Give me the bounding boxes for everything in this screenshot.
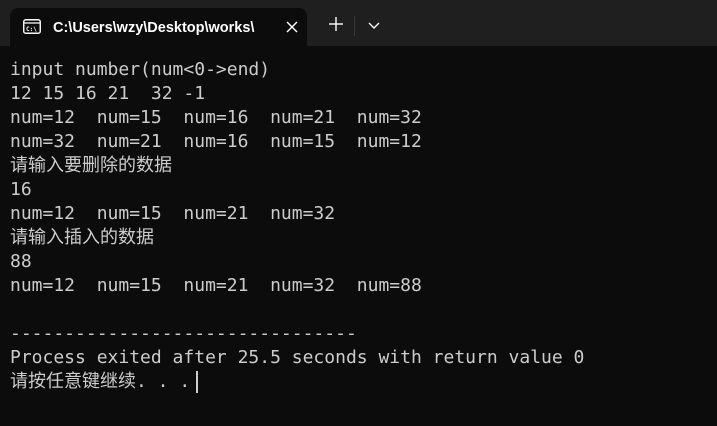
terminal-window: C:\ C:\Users\wzy\Desktop\works\ input nu… [0, 0, 717, 426]
console-line: num=12 num=15 num=21 num=32 [10, 203, 336, 224]
console-line: 请按任意键继续. . . [10, 371, 191, 392]
titlebar-divider [354, 16, 355, 36]
scrollbar[interactable] [709, 46, 717, 426]
chevron-down-icon [368, 17, 380, 35]
title-bar: C:\ C:\Users\wzy\Desktop\works\ [0, 0, 717, 46]
new-tab-button[interactable] [322, 12, 350, 40]
console-line: 请输入插入的数据 [10, 227, 154, 248]
console-output[interactable]: input number(num<0->end) 12 15 16 21 32 … [10, 58, 710, 418]
terminal-tab[interactable]: C:\ C:\Users\wzy\Desktop\works\ [10, 8, 307, 46]
console-prompt-line: 请按任意键继续. . . [10, 370, 710, 394]
console-line: 16 [10, 179, 32, 200]
close-icon[interactable] [283, 18, 301, 36]
terminal-icon: C:\ [23, 19, 41, 34]
plus-icon [329, 16, 343, 36]
tab-dropdown-button[interactable] [360, 12, 388, 40]
console-line: num=32 num=21 num=16 num=15 num=12 [10, 131, 422, 152]
console-line: -------------------------------- [10, 323, 357, 344]
tab-title: C:\Users\wzy\Desktop\works\ [53, 20, 255, 36]
text-cursor [196, 371, 199, 393]
console-line: 88 [10, 251, 32, 272]
console-line: Process exited after 25.5 seconds with r… [10, 347, 585, 368]
console-line: num=12 num=15 num=21 num=32 num=88 [10, 275, 422, 296]
svg-text:C:\: C:\ [26, 26, 37, 33]
console-line: num=12 num=15 num=16 num=21 num=32 [10, 107, 422, 128]
console-line: input number(num<0->end) [10, 59, 271, 80]
console-line: 12 15 16 21 32 -1 [10, 83, 206, 104]
console-line: 请输入要删除的数据 [10, 155, 172, 176]
